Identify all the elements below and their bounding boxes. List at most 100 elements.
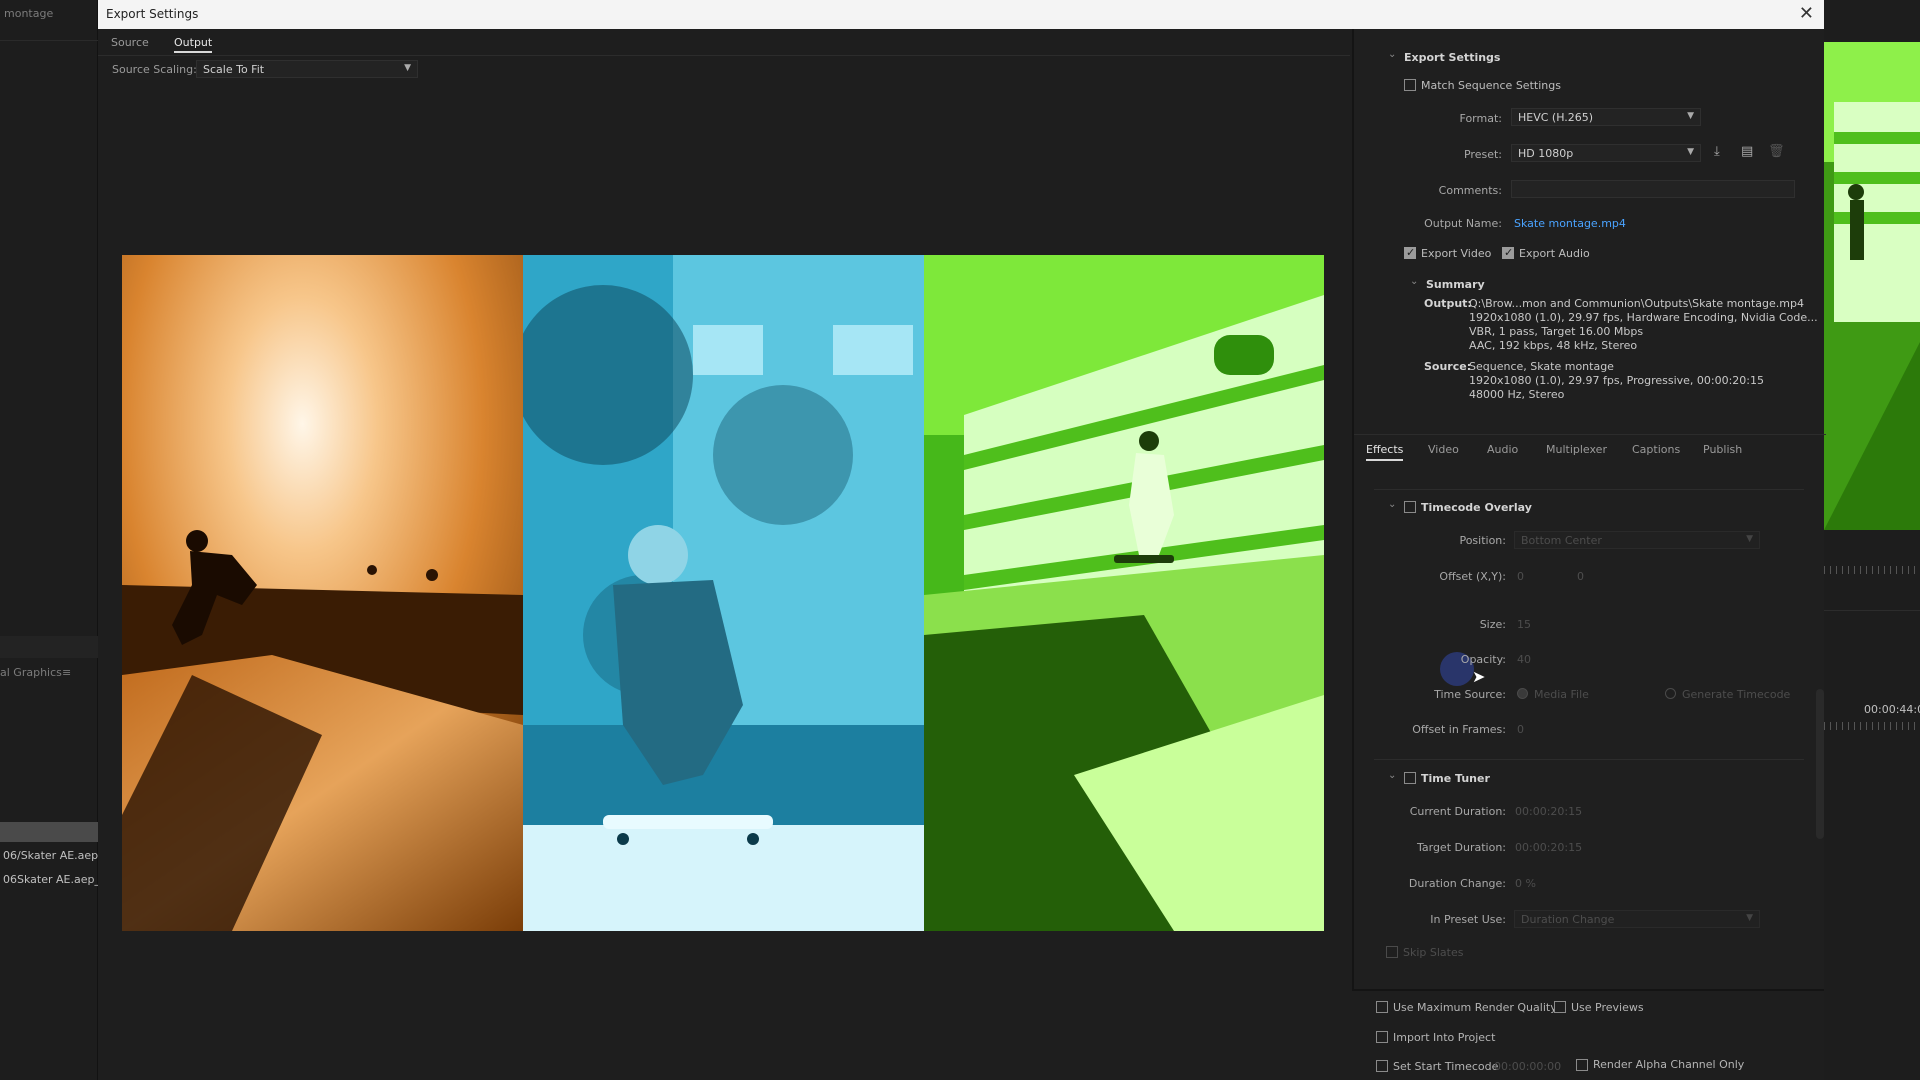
opacity-label: Opacity:: [1460, 653, 1506, 666]
green-skater-image: [924, 255, 1324, 931]
bg-selected-row: [0, 822, 98, 842]
tab-video[interactable]: Video: [1428, 443, 1459, 456]
set-start-timecode-label: Set Start Timecode: [1393, 1060, 1499, 1073]
position-label: Position:: [1459, 534, 1506, 547]
orange-skater-image: [122, 255, 523, 931]
position-value: Bottom Center: [1521, 534, 1602, 547]
chevron-down-icon: ▼: [1687, 147, 1694, 157]
preview-panel-orange: [122, 255, 523, 931]
save-preset-icon[interactable]: ⤓: [1714, 144, 1720, 159]
size-label: Size:: [1479, 618, 1506, 631]
max-render-quality-label: Use Maximum Render Quality: [1393, 1001, 1557, 1014]
export-video-label: Export Video: [1421, 247, 1492, 260]
offset-frames-label: Offset in Frames:: [1412, 723, 1506, 736]
comments-label: Comments:: [1438, 184, 1502, 197]
match-sequence-checkbox[interactable]: [1404, 79, 1416, 91]
mouse-cursor-icon: ➤: [1472, 667, 1486, 686]
summary-output-text: Q:\Brow...mon and Communion\Outputs\Skat…: [1469, 297, 1818, 352]
tabs-lower-divider: [1374, 489, 1804, 490]
export-video-checkbox[interactable]: [1404, 246, 1416, 259]
settings-divider: [1354, 434, 1826, 435]
use-previews-checkbox[interactable]: [1554, 1001, 1566, 1013]
output-name-link[interactable]: Skate montage.mp4: [1514, 217, 1626, 230]
tab-effects[interactable]: Effects: [1366, 443, 1404, 461]
timecode-overlay-heading: Timecode Overlay: [1421, 501, 1532, 514]
export-audio-checkbox[interactable]: [1502, 246, 1514, 259]
tab-publish[interactable]: Publish: [1703, 443, 1742, 456]
bg-ruler: [1824, 566, 1920, 574]
duration-change-value[interactable]: 0 %: [1515, 877, 1536, 890]
export-audio-label: Export Audio: [1519, 247, 1590, 260]
bg-program-image: [1824, 42, 1920, 530]
render-alpha-label: Render Alpha Channel Only: [1593, 1058, 1745, 1071]
summary-chevron-icon[interactable]: ⌄: [1410, 276, 1418, 287]
app-window: montage al Graphics ≡ 06/Skater AE.aep 0…: [0, 0, 1920, 1080]
current-duration-value: 00:00:20:15: [1515, 805, 1583, 818]
bg-file-1[interactable]: 06/Skater AE.aep: [3, 849, 98, 862]
collapse-chevron-icon[interactable]: ⌄: [1388, 49, 1396, 60]
delete-preset-icon[interactable]: 🗑: [1768, 144, 1785, 159]
export-settings-dialog: Export Settings ✕ Source Output Source S…: [98, 0, 1826, 1080]
bg-program-thumbnail: [1824, 42, 1920, 530]
offset-frames-value[interactable]: 0: [1517, 723, 1524, 736]
bottom-options: Use Maximum Render Quality Use Previews …: [1352, 989, 1824, 1080]
chevron-down-icon: ▼: [404, 63, 411, 73]
tab-multiplexer[interactable]: Multiplexer: [1546, 443, 1607, 456]
media-file-radio[interactable]: [1517, 688, 1528, 699]
close-icon[interactable]: ✕: [1799, 3, 1814, 24]
duration-change-label: Duration Change:: [1408, 877, 1506, 890]
skip-slates-label: Skip Slates: [1403, 946, 1464, 959]
tab-output[interactable]: Output: [174, 36, 213, 53]
tab-source[interactable]: Source: [111, 36, 149, 49]
cyan-skater-image: [523, 255, 924, 931]
import-preset-icon[interactable]: ▤: [1741, 144, 1753, 159]
output-name-label: Output Name:: [1424, 217, 1502, 230]
generate-timecode-radio[interactable]: [1665, 688, 1676, 699]
section-divider: [1374, 759, 1804, 760]
time-tuner-checkbox[interactable]: [1404, 772, 1416, 784]
source-scaling-select[interactable]: Scale To Fit ▼: [196, 60, 418, 78]
bg-divider-right: [1824, 610, 1920, 611]
opacity-value[interactable]: 40: [1517, 653, 1531, 666]
preview-panel-cyan: [523, 255, 924, 931]
output-preview: [122, 255, 1324, 931]
in-preset-use-select[interactable]: Duration Change ▼: [1514, 910, 1760, 928]
bg-timecode: 00:00:44:00: [1864, 703, 1920, 716]
comments-input[interactable]: [1511, 180, 1795, 198]
chevron-down-icon: ▼: [1746, 534, 1753, 544]
timecode-overlay-checkbox[interactable]: [1404, 501, 1416, 513]
offset-x-value[interactable]: 0: [1517, 570, 1524, 583]
import-into-project-checkbox[interactable]: [1376, 1031, 1388, 1043]
format-select[interactable]: HEVC (H.265) ▼: [1511, 108, 1701, 126]
bg-file-2[interactable]: 06Skater AE.aep_R: [3, 873, 98, 886]
export-settings-heading: Export Settings: [1404, 51, 1501, 64]
max-render-quality-checkbox[interactable]: [1376, 1001, 1388, 1013]
current-duration-label: Current Duration:: [1409, 805, 1506, 818]
tab-captions[interactable]: Captions: [1632, 443, 1680, 456]
in-preset-use-value: Duration Change: [1521, 913, 1615, 926]
format-label: Format:: [1459, 112, 1502, 125]
time-tuner-chevron-icon[interactable]: ⌄: [1388, 770, 1396, 781]
position-select[interactable]: Bottom Center ▼: [1514, 531, 1760, 549]
render-alpha-checkbox[interactable]: [1576, 1059, 1588, 1071]
settings-scrollbar[interactable]: [1816, 689, 1824, 839]
tab-audio[interactable]: Audio: [1487, 443, 1518, 456]
preset-select[interactable]: HD 1080p ▼: [1511, 144, 1701, 162]
bg-panel-header: [0, 636, 98, 658]
bg-divider: [0, 40, 98, 41]
size-value[interactable]: 15: [1517, 618, 1531, 631]
set-start-timecode-checkbox[interactable]: [1376, 1060, 1388, 1072]
summary-heading: Summary: [1426, 278, 1485, 291]
bg-timeline-ruler: [1824, 722, 1920, 730]
target-duration-value[interactable]: 00:00:20:15: [1515, 841, 1582, 854]
skip-slates-checkbox[interactable]: [1386, 946, 1398, 958]
start-timecode-value[interactable]: 00:00:00:00: [1494, 1060, 1561, 1073]
offset-y-value[interactable]: 0: [1577, 570, 1584, 583]
preset-label: Preset:: [1463, 148, 1502, 161]
match-sequence-label: Match Sequence Settings: [1421, 79, 1561, 92]
target-duration-label: Target Duration:: [1416, 841, 1506, 854]
timecode-chevron-icon[interactable]: ⌄: [1388, 499, 1396, 510]
offset-xy-label: Offset (X,Y):: [1439, 570, 1506, 583]
preset-value: HD 1080p: [1518, 147, 1574, 160]
use-previews-label: Use Previews: [1571, 1001, 1644, 1014]
